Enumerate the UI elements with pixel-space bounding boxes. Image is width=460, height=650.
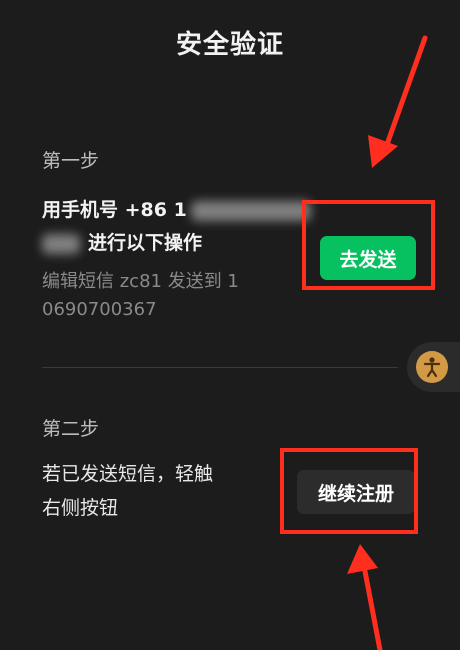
arrow-to-send-icon — [368, 35, 428, 168]
annotation-arrows — [347, 35, 428, 650]
arrow-to-continue-icon — [347, 544, 383, 650]
